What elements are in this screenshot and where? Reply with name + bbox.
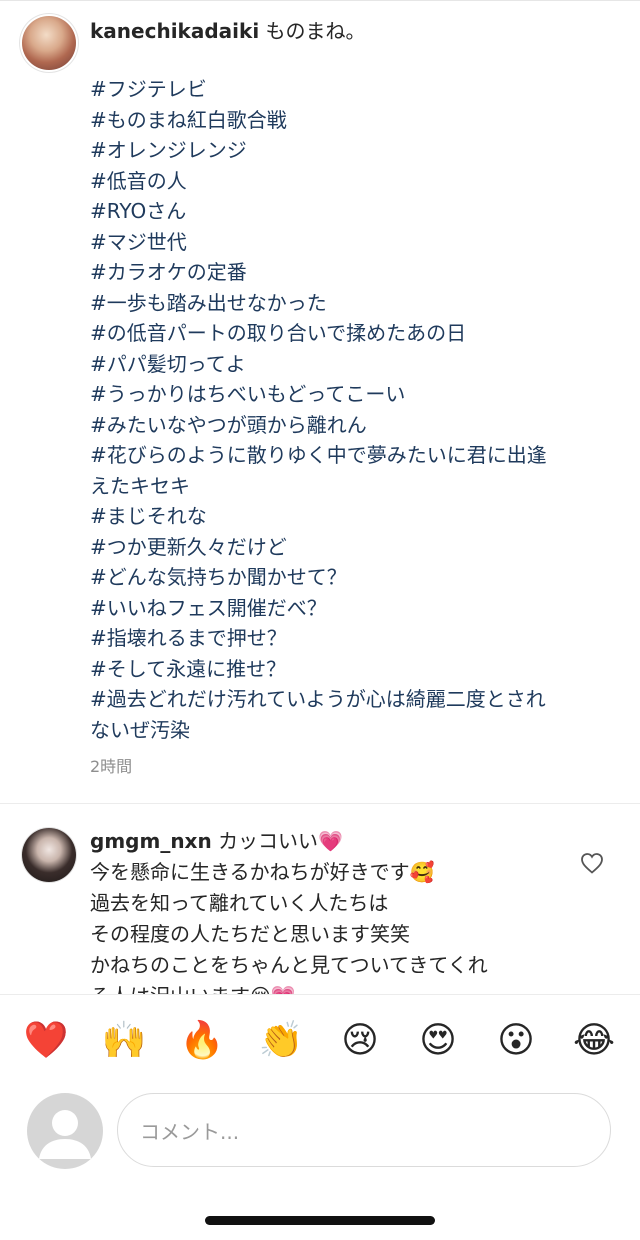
- hashtag-item[interactable]: #オレンジレンジ: [90, 135, 620, 166]
- hashtag-item[interactable]: #マジ世代: [90, 227, 620, 258]
- hashtag-item[interactable]: #RYOさん: [90, 196, 620, 227]
- quick-reaction-bar: ❤️ 🙌 🔥 👏 😢 😍 😮 😂: [0, 1000, 640, 1084]
- like-comment-heart-icon[interactable]: [580, 852, 604, 874]
- comment-item: gmgm_nxn カッコいい💗 今を懸命に生きるかねちが好きです🥰 過去を知って…: [0, 804, 640, 994]
- caption-text: ものまね。: [265, 19, 366, 43]
- hashtag-item[interactable]: #つか更新久々だけど: [90, 532, 620, 563]
- commenter-avatar[interactable]: [22, 828, 76, 882]
- hashtag-item[interactable]: #どんな気持ちか聞かせて？: [90, 562, 620, 593]
- comment-line-6: る人は沢山います😌💗: [90, 981, 560, 994]
- hashtag-item[interactable]: #一歩も踏み出せなかった: [90, 288, 620, 319]
- home-indicator[interactable]: [205, 1216, 435, 1225]
- crying-face-emoji-button[interactable]: 😢: [337, 1018, 383, 1064]
- caption-header: kanechikadaiki ものまね。: [90, 16, 366, 46]
- comment-body: gmgm_nxn カッコいい💗 今を懸命に生きるかねちが好きです🥰 過去を知って…: [90, 826, 560, 994]
- comment-input-placeholder: コメント...: [140, 1119, 240, 1144]
- emoji-bar-divider: [0, 994, 640, 995]
- hashtag-item[interactable]: えたキセキ: [90, 471, 620, 502]
- hashtag-list: #フジテレビ #ものまね紅白歌合戦 #オレンジレンジ #低音の人 #RYOさん #マジ世代…: [90, 74, 620, 745]
- comment-line-3: 過去を知って離れていく人たちは: [90, 891, 389, 915]
- clapping-hands-emoji-button[interactable]: 👏: [258, 1018, 304, 1064]
- hashtag-item[interactable]: #いいねフェス開催だべ？: [90, 593, 620, 624]
- hashtag-item[interactable]: #パパ髪切ってよ: [90, 349, 620, 380]
- hashtag-item[interactable]: #そして永遠に推せ？: [90, 654, 620, 685]
- default-profile-icon: [39, 1110, 91, 1159]
- hashtag-item[interactable]: #みたいなやつが頭から離れん: [90, 410, 620, 441]
- comment-line-1: gmgm_nxn カッコいい💗: [90, 826, 560, 857]
- hashtag-item[interactable]: #フジテレビ: [90, 74, 620, 105]
- comment-line-4: その程度の人たちだと思います笑笑: [90, 922, 410, 946]
- hashtag-item[interactable]: #うっかりはちべいもどってこーい: [90, 379, 620, 410]
- post-timestamp: 2時間: [90, 757, 133, 776]
- fire-emoji-button[interactable]: 🔥: [179, 1018, 225, 1064]
- hashtag-item[interactable]: #過去どれだけ汚れていようが心は綺麗二度とされ: [90, 684, 620, 715]
- hashtag-item[interactable]: ないぜ汚染: [90, 715, 620, 746]
- red-heart-emoji-button[interactable]: ❤️: [23, 1018, 69, 1064]
- hashtag-item[interactable]: #花びらのように散りゆく中で夢みたいに君に出逢: [90, 440, 620, 471]
- hashtag-item[interactable]: #まじそれな: [90, 501, 620, 532]
- hashtag-item[interactable]: #指壊れるまで押せ？: [90, 623, 620, 654]
- hashtag-item[interactable]: #カラオケの定番: [90, 257, 620, 288]
- raising-hands-emoji-button[interactable]: 🙌: [101, 1018, 147, 1064]
- comment-text: カッコいい💗: [218, 829, 343, 853]
- author-username[interactable]: kanechikadaiki: [90, 19, 259, 43]
- author-avatar[interactable]: [22, 16, 76, 70]
- hashtag-item[interactable]: #ものまね紅白歌合戦: [90, 105, 620, 136]
- hashtag-item[interactable]: #低音の人: [90, 166, 620, 197]
- comment-input[interactable]: コメント...: [117, 1093, 611, 1167]
- tears-of-joy-emoji-button[interactable]: 😂: [571, 1018, 617, 1064]
- commenter-username[interactable]: gmgm_nxn: [90, 829, 212, 853]
- current-user-avatar: [27, 1093, 103, 1169]
- comment-line-5: かねちのことをちゃんと見てついてきてくれ: [90, 953, 488, 977]
- heart-eyes-emoji-button[interactable]: 😍: [415, 1018, 461, 1064]
- post-caption: kanechikadaiki ものまね。 #フジテレビ #ものまね紅白歌合戦 #オレ…: [0, 0, 640, 800]
- hashtag-item[interactable]: #の低音パートの取り合いで揉めたあの日: [90, 318, 620, 349]
- comment-line-2: 今を懸命に生きるかねちが好きです🥰: [90, 860, 435, 884]
- open-mouth-emoji-button[interactable]: 😮: [493, 1018, 539, 1064]
